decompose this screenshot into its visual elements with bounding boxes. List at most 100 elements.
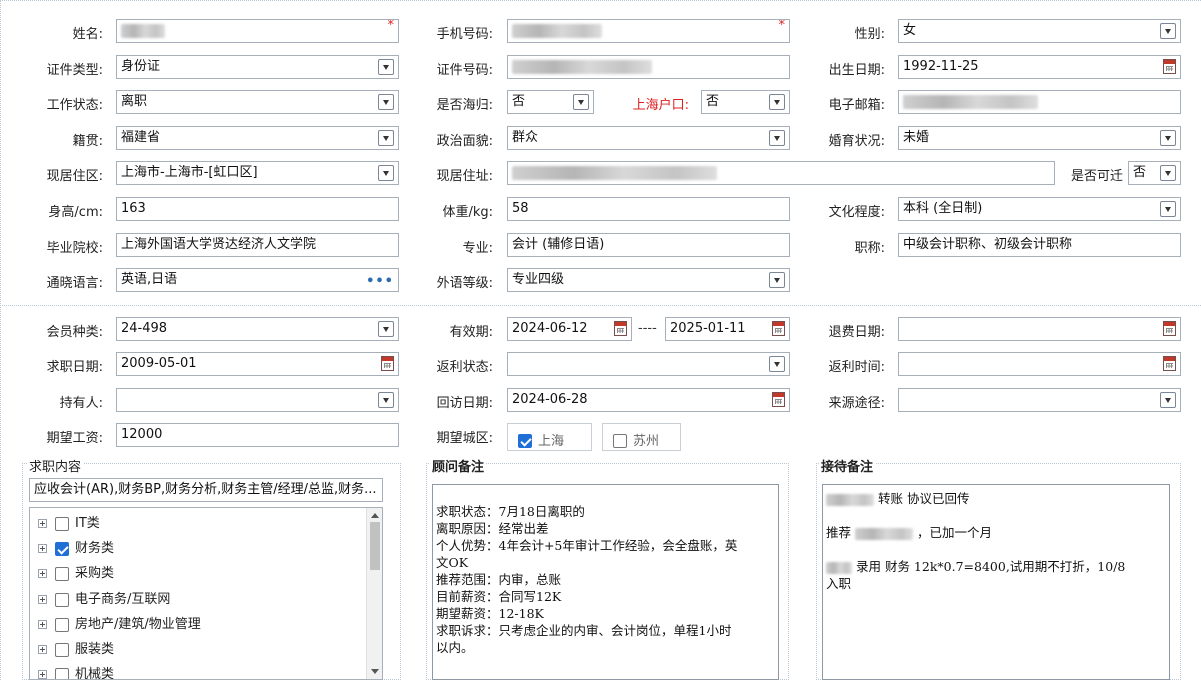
revisit-date-field[interactable]: 2024-06-28 [507,388,790,412]
chevron-down-icon[interactable] [1160,130,1176,146]
checkbox-icon[interactable] [55,516,69,531]
calendar-icon[interactable] [1163,321,1176,336]
job-content-summary-text: 应收会计(AR),财务BP,财务分析,财务主管/经理/总监,财务... [34,482,377,497]
job-content-title: 求职内容 [27,456,84,475]
political-select[interactable]: 群众 [507,126,790,150]
foreign-select[interactable]: 专业四级 [507,268,790,292]
political-label: 政治面貌: [436,134,493,149]
overseas-select[interactable]: 否 [507,90,594,114]
tree-item-machinery[interactable]: 机械类 [38,663,114,679]
chevron-down-icon[interactable] [378,59,394,75]
chevron-down-icon[interactable] [1160,392,1176,408]
scroll-down-icon[interactable] [371,669,379,674]
address-field[interactable] [507,161,1055,185]
chevron-down-icon[interactable] [1160,23,1176,39]
checkbox-icon[interactable] [55,592,69,607]
tree-scrollbar[interactable] [366,508,382,679]
job-content-summary[interactable]: 应收会计(AR),财务BP,财务分析,财务主管/经理/总监,财务... [29,478,383,502]
scroll-thumb[interactable] [370,522,380,570]
education-select[interactable]: 本科 (全日制) [898,197,1181,221]
salary-field[interactable]: 12000 [116,423,399,447]
checkbox-checked-icon[interactable] [518,433,532,448]
calendar-icon[interactable] [381,356,394,371]
tree-item-finance[interactable]: 财务类 [38,537,114,557]
validity-label: 有效期: [449,325,493,340]
city-option-shanghai[interactable]: 上海 [507,423,592,451]
more-icon[interactable]: ••• [366,271,394,291]
birth-date-field[interactable]: 1992-11-25 [898,55,1181,79]
expand-icon[interactable] [38,519,47,528]
row-work: 工作状态: 离职 是否海归: 否 上海户口: 否 电子邮箱: [0,90,1201,114]
valid-from-field[interactable]: 2024-06-12 [507,317,632,341]
expand-icon[interactable] [38,569,47,578]
scroll-up-icon[interactable] [371,513,379,518]
checkbox-icon[interactable] [55,566,69,581]
rebate-status-select[interactable] [507,352,790,376]
source-select[interactable] [898,388,1181,412]
chevron-down-icon[interactable] [378,392,394,408]
chevron-down-icon[interactable] [573,94,589,110]
expand-icon[interactable] [38,544,47,553]
expand-icon[interactable] [38,595,47,604]
hukou-select[interactable]: 否 [701,90,790,114]
checkbox-checked-icon[interactable] [55,541,69,556]
reception-note-line: 推荐 ，已加一个月 [826,524,1166,541]
weight-field[interactable]: 58 [507,197,790,221]
checkbox-icon[interactable] [55,617,69,632]
chevron-down-icon[interactable] [1160,165,1176,181]
title-field[interactable]: 中级会计职称、初级会计职称 [898,233,1181,257]
school-field[interactable]: 上海外国语大学贤达经济人文学院 [116,233,399,257]
gender-select[interactable]: 女 [898,19,1181,43]
checkbox-icon[interactable] [55,667,69,679]
expand-icon[interactable] [38,670,47,679]
advisor-notes-textarea[interactable]: 求职状态：7月18日离职的 离职原因：经常出差 个人优势：4年会计+5年审计工作… [432,484,779,680]
chevron-down-icon[interactable] [378,165,394,181]
chevron-down-icon[interactable] [769,272,785,288]
idtype-select[interactable]: 身份证 [116,55,399,79]
tree-item-label: IT类 [75,516,100,531]
chevron-down-icon[interactable] [378,94,394,110]
chevron-down-icon[interactable] [769,356,785,372]
native-select[interactable]: 福建省 [116,126,399,150]
expand-icon[interactable] [38,620,47,629]
idno-field[interactable] [507,55,790,79]
checkbox-icon[interactable] [613,433,627,448]
workstatus-select[interactable]: 离职 [116,90,399,114]
calendar-icon[interactable] [1163,59,1176,74]
chevron-down-icon[interactable] [769,94,785,110]
expand-icon[interactable] [38,645,47,654]
holder-select[interactable] [116,388,399,412]
language-field[interactable]: 英语,日语 ••• [116,268,399,292]
marital-select[interactable]: 未婚 [898,126,1181,150]
height-field[interactable]: 163 [116,197,399,221]
tree-item-it[interactable]: IT类 [38,512,100,532]
email-field[interactable] [898,90,1181,114]
tree-item-purchase[interactable]: 采购类 [38,562,114,582]
jobdate-field[interactable]: 2009-05-01 [116,352,399,376]
checkbox-icon[interactable] [55,642,69,657]
calendar-icon[interactable] [1163,356,1176,371]
refund-date-field[interactable] [898,317,1181,341]
chevron-down-icon[interactable] [769,130,785,146]
calendar-icon[interactable] [772,321,785,336]
tree-item-ecommerce[interactable]: 电子商务/互联网 [38,588,170,608]
chevron-down-icon[interactable] [378,130,394,146]
tree-item-apparel[interactable]: 服装类 [38,638,114,658]
valid-to-field[interactable]: 2025-01-11 [665,317,790,341]
city-option-suzhou[interactable]: 苏州 [602,423,681,451]
name-field[interactable]: * [116,19,399,43]
valid-to-value: 2025-01-11 [670,321,746,336]
relocate-select[interactable]: 否 [1128,161,1181,185]
education-value: 本科 (全日制) [903,201,983,216]
phone-field[interactable]: * [507,19,790,43]
reception-notes-textarea[interactable]: 转账 协议已回传 推荐 ，已加一个月 录用 财务 12k*0.7=8400,试用… [822,484,1170,680]
member-type-select[interactable]: 24-498 [116,317,399,341]
major-field[interactable]: 会计 (辅修日语) [507,233,790,257]
chevron-down-icon[interactable] [378,321,394,337]
region-select[interactable]: 上海市-上海市-[虹口区] [116,161,399,185]
calendar-icon[interactable] [772,392,785,407]
calendar-icon[interactable] [614,321,627,336]
tree-item-realestate[interactable]: 房地产/建筑/物业管理 [38,613,201,633]
rebate-time-field[interactable] [898,352,1181,376]
chevron-down-icon[interactable] [1160,201,1176,217]
